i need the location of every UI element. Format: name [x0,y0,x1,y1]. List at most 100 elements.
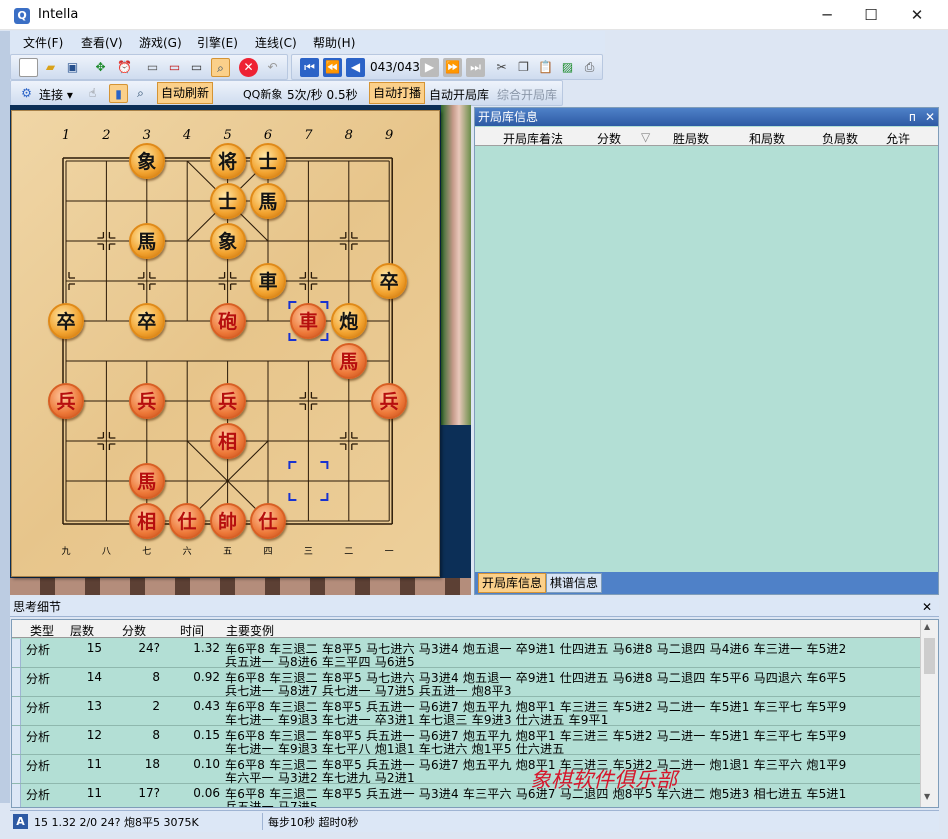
close-button[interactable]: ✕ [894,0,940,30]
next-ten-icon[interactable]: ⏩ [443,58,462,77]
chess-piece[interactable]: 兵 [209,383,246,419]
column-depth[interactable]: 层数 [70,622,94,639]
chess-piece[interactable]: 馬 [330,343,367,379]
chess-piece[interactable]: 士 [209,183,246,219]
column-wins[interactable]: 胜局数 [673,130,709,147]
open-icon[interactable]: ▰ [41,58,60,77]
chess-piece[interactable]: 相 [128,503,165,539]
scroll-up-icon[interactable]: ▲ [924,622,930,631]
print-icon[interactable]: ⎙ [580,58,599,77]
row-score: 17? [138,786,160,800]
chess-piece[interactable]: 馬 [128,223,165,259]
filter-icon[interactable]: ▽ [641,130,650,144]
menu-engine[interactable]: 引擎(E) [197,34,238,51]
image-icon[interactable]: ▨ [558,58,577,77]
analysis-row[interactable]: 分析 13 2 0.43 车6平8 车三退二 车8平5 兵五进一 马6进7 炮五平九 炮… [12,697,938,727]
analysis-scrollbar[interactable]: ▲ ▼ [920,620,938,807]
chess-piece[interactable]: 将 [209,143,246,179]
monitor-icon[interactable]: ▭ [143,58,162,77]
analysis-row[interactable]: 分析 11 18 0.10 车6平8 车三退二 车8平5 兵五进一 马6进7 炮五平九 … [12,755,938,785]
chess-piece[interactable]: 馬 [128,463,165,499]
toolbar-connect: ⚙ 连接 ▾ ☝ ▮ ⌕ 自动刷新 QQ新象 5次/秒 0.5秒 自动打播 自动… [10,80,563,106]
undo-icon[interactable]: ↶ [263,58,282,77]
chess-piece[interactable]: 車 [250,263,286,299]
row-time: 0.15 [193,728,220,742]
row-time: 0.10 [193,757,220,771]
save-icon[interactable]: ▣ [63,58,82,77]
auto-hit-button[interactable]: 自动打播 [369,82,426,104]
chess-piece[interactable]: 象 [128,143,165,179]
menu-view[interactable]: 查看(V) [81,34,123,51]
phone-icon[interactable]: ▮ [109,84,128,103]
analysis-close-icon[interactable]: ✕ [922,598,932,616]
column-losses[interactable]: 负局数 [822,130,858,147]
next-move-icon[interactable]: ▶ [420,58,439,77]
column-draws[interactable]: 和局数 [749,130,785,147]
tab-game-record[interactable]: 棋谱信息 [546,573,603,593]
pin-icon[interactable]: ᴨ [909,108,916,126]
qq-chess-button[interactable]: QQ新象 [243,86,282,102]
monitor-dark-icon[interactable]: ▭ [187,58,206,77]
hand-icon[interactable]: ☝ [83,84,102,103]
chess-piece[interactable]: 炮 [330,303,367,339]
tools-icon[interactable]: ✂ [492,58,511,77]
chess-piece[interactable]: 兵 [371,383,408,419]
analysis-row[interactable]: 分析 15 24? 1.32 车6平8 车三退二 车8平5 马七进六 马3进4 炮五退一… [12,639,938,669]
copy-icon[interactable]: ❐ [514,58,533,77]
chess-piece[interactable]: 仕 [250,503,286,539]
paste-icon[interactable]: 📋 [536,58,555,77]
monitor-red-icon[interactable]: ▭ [165,58,184,77]
analysis-row[interactable]: 分析 11 17? 0.06 车6平8 车三退二 车8平5 兵五进一 马3进4 车三平六… [12,784,938,807]
menu-game[interactable]: 游戏(G) [139,34,182,51]
stop-icon[interactable]: ✕ [239,58,258,77]
row-time: 1.32 [193,641,220,655]
menu-help[interactable]: 帮助(H) [313,34,355,51]
scroll-thumb[interactable] [924,638,935,674]
clock-icon[interactable]: ⏰ [115,58,134,77]
panel-close-icon[interactable]: ✕ [925,108,935,126]
chess-piece[interactable]: 帥 [209,503,246,539]
column-time[interactable]: 时间 [180,622,204,639]
new-icon[interactable] [19,58,38,77]
chess-piece[interactable]: 卒 [128,303,165,339]
chess-piece[interactable]: 象 [209,223,246,259]
chess-piece[interactable]: 兵 [48,383,84,419]
analysis-row[interactable]: 分析 12 8 0.15 车6平8 车三退二 车8平5 兵五进一 马6进7 炮五平九 炮… [12,726,938,756]
file-label: 八 [101,547,111,557]
last-move-icon[interactable]: ⏭ [466,58,485,77]
search-icon[interactable]: ⌕ [211,58,230,77]
tab-opening-library[interactable]: 开局库信息 [478,573,547,593]
chess-piece[interactable]: 卒 [48,303,84,339]
chess-piece[interactable]: 士 [250,143,286,179]
row-score: 24? [138,641,160,655]
row-depth: 14 [86,670,102,684]
prev-ten-icon[interactable]: ⏪ [323,58,342,77]
column-move[interactable]: 开局库着法 [503,130,563,147]
speed-label[interactable]: 5次/秒 0.5秒 [287,86,358,103]
chess-piece[interactable]: 馬 [250,183,286,219]
auto-open-library-button[interactable]: 自动开局库 [429,86,489,103]
column-type[interactable]: 类型 [30,622,54,639]
prev-move-icon[interactable]: ◀ [346,58,365,77]
chess-piece[interactable]: 仕 [169,503,206,539]
find-icon[interactable]: ⌕ [131,84,150,103]
menu-connect[interactable]: 连线(C) [255,34,297,51]
maximize-button[interactable]: ☐ [848,0,894,30]
move-arrows-icon[interactable]: ✥ [91,58,110,77]
menu-file[interactable]: 文件(F) [23,34,63,51]
minimize-button[interactable]: ─ [804,0,850,30]
column-main-line[interactable]: 主要变例 [226,622,274,639]
chess-piece[interactable]: 砲 [209,303,246,339]
chess-piece[interactable]: 卒 [371,263,408,299]
column-score[interactable]: 分数 [122,622,146,639]
column-allow[interactable]: 允许 [886,130,910,147]
column-score[interactable]: 分数 [597,130,621,147]
scroll-down-icon[interactable]: ▼ [924,792,930,801]
first-move-icon[interactable]: ⏮ [300,58,319,77]
chess-piece[interactable]: 相 [209,423,246,459]
chess-piece[interactable]: 兵 [128,383,165,419]
analysis-row[interactable]: 分析 14 8 0.92 车6平8 车三退二 车8平5 马七进六 马3进4 炮五退一 卒… [12,668,938,698]
connect-dropdown[interactable]: 连接 ▾ [39,86,73,103]
auto-refresh-button[interactable]: 自动刷新 [157,82,214,104]
chess-board[interactable]: 123456789 九八七六五四三二一 象将士士馬馬象車卒卒卒砲車炮馬兵兵兵兵相… [11,110,440,577]
